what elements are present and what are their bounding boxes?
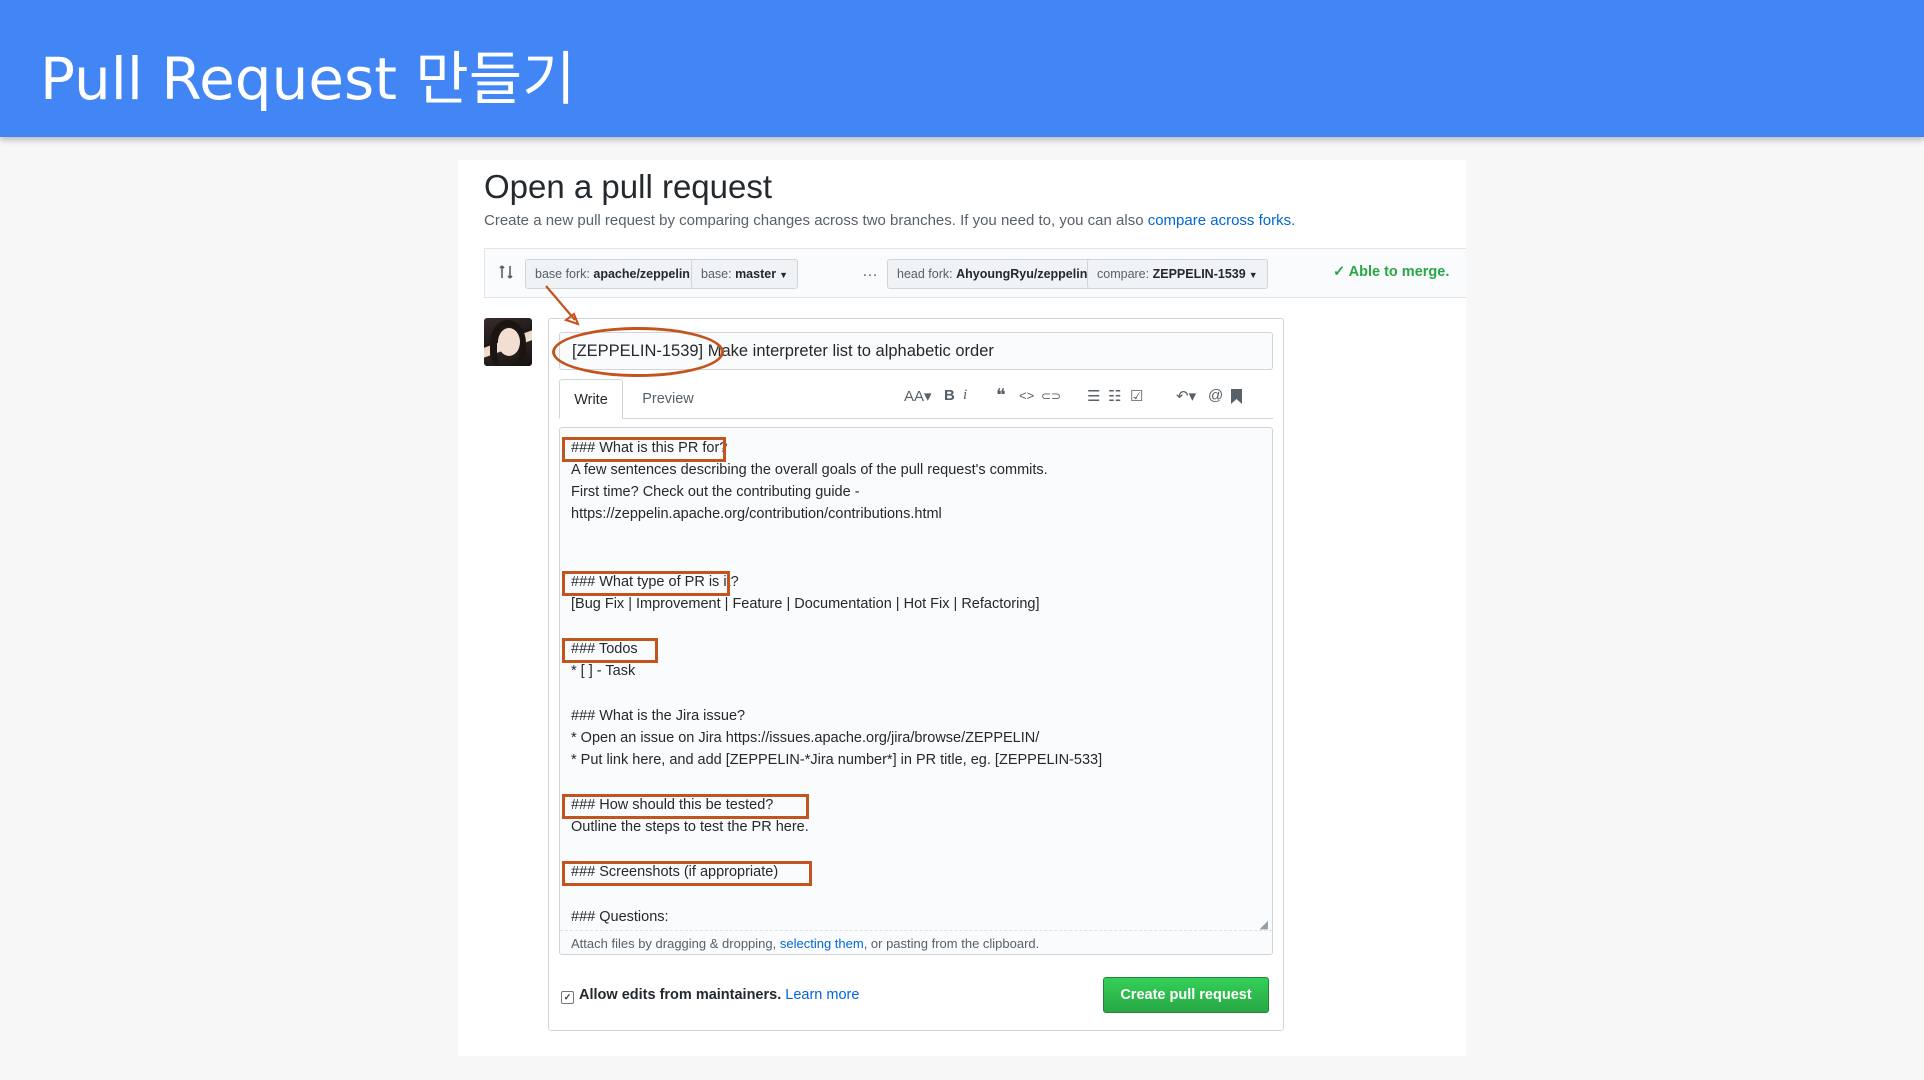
allow-edits-row: ✓ Allow edits from maintainers. Learn mor…	[561, 987, 859, 1004]
compare-forks-link[interactable]: compare across forks.	[1148, 212, 1296, 229]
body-line: First time? Check out the contributing g…	[571, 484, 860, 500]
chevron-down-icon: ▼	[779, 270, 788, 280]
page-title: Open a pull request	[484, 168, 773, 205]
highlight-box	[562, 861, 812, 886]
pr-body-textarea[interactable]: ### What is this PR for? A few sentences…	[559, 427, 1273, 955]
slide-banner: Pull Request 만들기	[0, 0, 1924, 137]
base-branch-value: master	[735, 267, 777, 281]
head-fork-select[interactable]: head fork: AhyoungRyu/zeppelin▼	[887, 259, 1110, 289]
annotation-arrow-icon	[545, 285, 580, 326]
bookmark-icon[interactable]	[1231, 389, 1242, 404]
description-text: Create a new pull request by comparing c…	[484, 212, 1148, 229]
attach-files-hint: Attach files by dragging & dropping, sel…	[560, 930, 1272, 954]
link-icon[interactable]: ⊂⊃	[1041, 389, 1061, 403]
allow-edits-label: Allow edits from maintainers.	[579, 987, 782, 1003]
body-line: [Bug Fix | Improvement | Feature | Docum…	[571, 596, 1040, 612]
head-fork-label: head fork:	[897, 267, 957, 281]
compare-icon	[499, 265, 513, 279]
tab-divider	[559, 418, 1273, 419]
pr-form: [ZEPPELIN-1539] Make interpreter list to…	[548, 318, 1284, 1031]
chevron-down-icon: ▼	[1248, 270, 1258, 280]
tab-preview[interactable]: Preview	[633, 379, 703, 419]
github-screenshot: Open a pull request Create a new pull re…	[458, 160, 1466, 1056]
highlight-box	[562, 437, 726, 462]
mention-icon[interactable]: @	[1208, 387, 1223, 404]
body-line: * [ ] - Task	[571, 663, 636, 679]
numbered-list-icon[interactable]: ☷	[1108, 387, 1121, 405]
code-icon[interactable]: <>	[1019, 388, 1034, 403]
body-line: * Open an issue on Jira https://issues.a…	[571, 730, 1040, 746]
quote-icon[interactable]: ❝	[996, 385, 1006, 406]
base-branch-label: base:	[701, 267, 736, 281]
task-list-icon[interactable]: ☑	[1130, 387, 1143, 405]
highlight-box	[562, 571, 730, 596]
base-fork-value: apache/zeppelin	[593, 267, 690, 281]
page-description: Create a new pull request by comparing c…	[484, 212, 1295, 229]
highlight-box	[562, 794, 809, 819]
body-line: * Put link here, and add [ZEPPELIN-*Jira…	[571, 752, 1103, 768]
compare-branch-select[interactable]: compare: ZEPPELIN-1539 ▼	[1087, 259, 1268, 289]
reply-icon[interactable]: ↶▾	[1176, 387, 1196, 405]
italic-icon[interactable]: i	[963, 387, 967, 404]
slide-title: Pull Request 만들기	[40, 45, 576, 113]
learn-more-link[interactable]: Learn more	[785, 987, 859, 1003]
body-line: ### Questions:	[571, 909, 669, 925]
tab-write[interactable]: Write	[559, 379, 623, 419]
base-fork-label: base fork:	[535, 267, 594, 281]
title-highlight-oval	[552, 327, 724, 377]
head-fork-value: AhyoungRyu/zeppelin	[956, 267, 1088, 281]
attach-suffix: , or pasting from the clipboard.	[863, 936, 1040, 951]
bold-icon[interactable]: B	[944, 387, 955, 404]
attach-prefix: Attach files by dragging & dropping,	[571, 936, 780, 951]
create-pull-request-button[interactable]: Create pull request	[1103, 977, 1269, 1013]
text-size-icon[interactable]: AA▾	[904, 387, 932, 405]
allow-edits-checkbox[interactable]: ✓	[561, 991, 574, 1004]
body-line: A few sentences describing the overall g…	[571, 462, 1048, 478]
branch-range-bar: base fork: apache/zeppelin ▼ base: master…	[484, 248, 1466, 298]
body-line: https://zeppelin.apache.org/contribution…	[571, 506, 942, 522]
select-files-link[interactable]: selecting them	[780, 936, 864, 951]
compare-branch-value: ZEPPELIN-1539	[1152, 267, 1246, 281]
base-branch-select[interactable]: base: master ▼	[691, 259, 798, 289]
highlight-box	[562, 638, 658, 663]
range-ellipsis: …	[862, 263, 878, 280]
bullet-list-icon[interactable]: ☰	[1087, 387, 1100, 405]
avatar	[484, 318, 532, 366]
merge-status: ✓ Able to merge.	[1333, 264, 1450, 280]
compare-branch-label: compare:	[1097, 267, 1153, 281]
body-line: ### What is the Jira issue?	[571, 708, 746, 724]
body-line: Outline the steps to test the PR here.	[571, 819, 809, 835]
